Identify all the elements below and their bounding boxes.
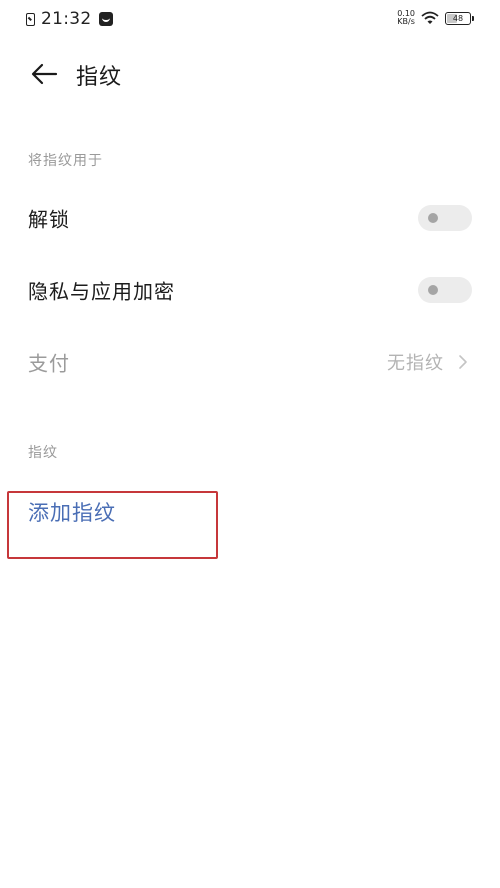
privacy-app-encryption-label: 隐私与应用加密: [28, 279, 175, 304]
wifi-icon: [421, 11, 439, 24]
unlock-toggle-knob: [428, 213, 438, 223]
status-bar: 21:32 0.10 KB/s 48: [0, 0, 500, 40]
payment-row[interactable]: 支付 无指纹: [0, 334, 500, 390]
unlock-label: 解锁: [28, 207, 70, 232]
battery-level: 48: [452, 13, 464, 23]
privacy-app-encryption-toggle[interactable]: [418, 277, 472, 303]
notification-app-icon: [98, 12, 113, 26]
status-bar-left: 21:32: [26, 9, 113, 29]
page-title: 指纹: [76, 65, 123, 90]
battery-tip: [472, 15, 474, 21]
unlock-row[interactable]: 解锁: [0, 190, 500, 246]
network-speed-unit: KB/s: [397, 17, 415, 26]
payment-label: 支付: [28, 351, 70, 376]
section-header-use-for: 将指纹用于: [28, 153, 103, 169]
section-header-fingerprints: 指纹: [28, 445, 58, 461]
back-button[interactable]: [28, 60, 60, 88]
chevron-right-icon: [459, 355, 467, 369]
payment-status-value: 无指纹: [387, 353, 444, 374]
fingerprint-settings-screen: 21:32 0.10 KB/s 48 指纹 将指纹用于 解锁 隐私与应用加密 支…: [0, 0, 500, 888]
privacy-app-encryption-row[interactable]: 隐私与应用加密: [0, 262, 500, 318]
battery-icon: 48: [445, 11, 471, 25]
app-header: 指纹: [0, 52, 500, 96]
network-speed: 0.10 KB/s: [397, 10, 415, 26]
status-bar-right: 0.10 KB/s 48: [397, 10, 474, 26]
unlock-toggle[interactable]: [418, 205, 472, 231]
no-sim-icon: [26, 12, 35, 26]
privacy-toggle-knob: [428, 285, 438, 295]
arrow-left-icon: [31, 63, 58, 85]
status-time: 21:32: [41, 9, 92, 29]
highlight-annotation-box: [7, 491, 218, 559]
